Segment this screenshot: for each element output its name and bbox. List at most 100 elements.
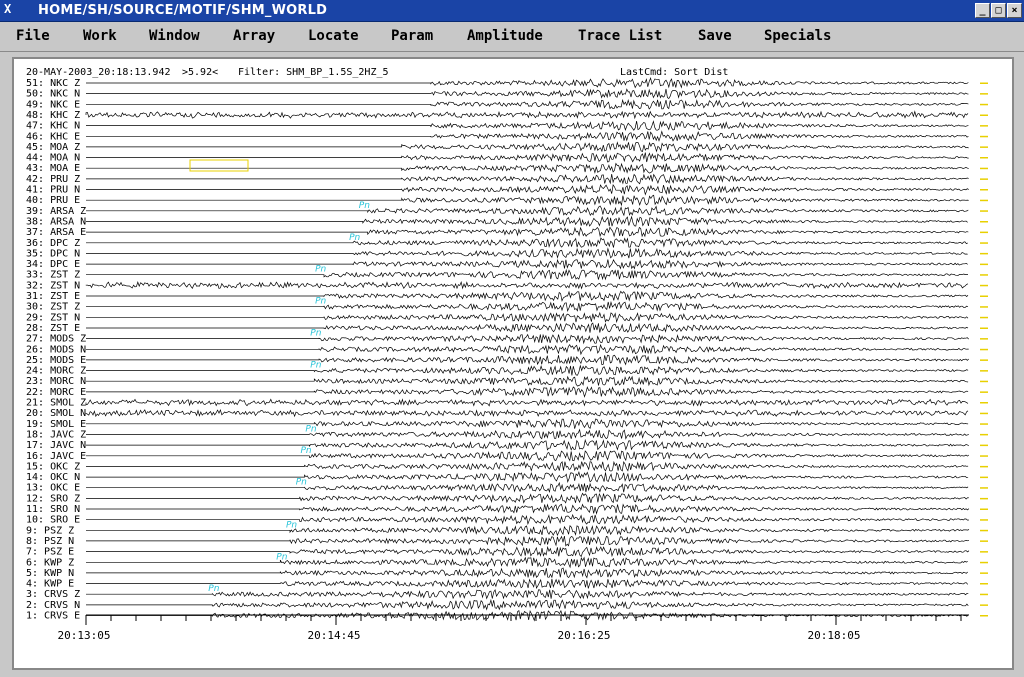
trace-waveform[interactable]	[86, 205, 969, 217]
trace-label[interactable]: 51: NKC Z	[26, 78, 80, 89]
trace-waveform[interactable]	[86, 513, 969, 526]
trace-label[interactable]: 21: SMOL Z	[26, 398, 86, 409]
trace-label[interactable]: 14: OKC N	[26, 472, 80, 483]
trace-waveform[interactable]	[86, 322, 969, 333]
menu-param[interactable]: Param	[391, 28, 433, 44]
trace-label[interactable]: 37: ARSA E	[26, 227, 86, 238]
trace-waveform[interactable]	[86, 438, 970, 451]
trace-waveform[interactable]	[85, 409, 969, 418]
trace-label[interactable]: 34: DPC E	[26, 259, 80, 270]
trace-waveform[interactable]	[86, 460, 969, 472]
trace-label[interactable]: 40: PRU E	[26, 195, 80, 206]
trace-label[interactable]: 15: OKC Z	[26, 461, 80, 472]
trace-label[interactable]: 35: DPC N	[26, 248, 80, 259]
trace-waveform[interactable]	[86, 343, 969, 356]
trace-label[interactable]: 47: KHC N	[26, 121, 80, 132]
trace-label[interactable]: 24: MORC Z	[26, 366, 86, 377]
trace-waveform[interactable]	[86, 333, 969, 345]
trace-waveform[interactable]	[86, 88, 969, 100]
selection-box[interactable]	[189, 159, 249, 172]
trace-label[interactable]: 8: PSZ N	[26, 536, 74, 547]
trace-waveform[interactable]	[86, 130, 969, 142]
trace-waveform[interactable]	[86, 215, 968, 227]
trace-label[interactable]: 17: JAVC N	[26, 440, 86, 451]
trace-label[interactable]: 2: CRVS N	[26, 600, 80, 611]
trace-waveform[interactable]	[86, 162, 969, 174]
trace-waveform[interactable]	[86, 300, 969, 313]
trace-label[interactable]: 29: ZST N	[26, 312, 80, 323]
trace-label[interactable]: 39: ARSA Z	[26, 206, 86, 217]
trace-waveform[interactable]	[86, 120, 969, 132]
trace-waveform[interactable]	[86, 386, 969, 398]
trace-waveform[interactable]	[85, 110, 969, 120]
trace-label[interactable]: 32: ZST N	[26, 280, 80, 291]
trace-waveform[interactable]	[86, 76, 969, 89]
trace-label[interactable]: 48: KHC Z	[26, 110, 80, 121]
phase-pick-label[interactable]: Pn	[296, 478, 307, 488]
close-icon[interactable]: ×	[1007, 3, 1022, 18]
trace-label[interactable]: 19: SMOL E	[26, 419, 86, 430]
maximize-icon[interactable]: □	[991, 3, 1006, 18]
phase-pick-label[interactable]: Pn	[349, 233, 360, 243]
menu-file[interactable]: File	[16, 28, 50, 44]
trace-label[interactable]: 26: MODS N	[26, 344, 86, 355]
trace-waveform[interactable]	[86, 450, 970, 462]
trace-waveform[interactable]	[86, 524, 970, 537]
phase-pick-label[interactable]: Pn	[305, 424, 316, 434]
menu-amplitude[interactable]: Amplitude	[467, 28, 543, 44]
trace-waveform[interactable]	[86, 503, 970, 515]
trace-waveform[interactable]	[86, 311, 969, 324]
trace-waveform[interactable]	[86, 481, 969, 493]
trace-waveform[interactable]	[86, 247, 968, 259]
trace-label[interactable]: 46: KHC E	[26, 131, 80, 142]
trace-waveform[interactable]	[86, 237, 968, 248]
trace-waveform[interactable]	[86, 354, 969, 366]
phase-pick-label[interactable]: Pn	[310, 329, 321, 339]
trace-label[interactable]: 11: SRO N	[26, 504, 80, 515]
seismogram-canvas[interactable]: 20-MAY-2003_20:18:13.942 >5.92< Filter: …	[14, 59, 1012, 668]
minimize-icon[interactable]: _	[975, 3, 990, 18]
trace-waveform[interactable]	[86, 428, 969, 440]
trace-label[interactable]: 10: SRO E	[26, 515, 80, 526]
trace-waveform[interactable]	[86, 418, 969, 429]
trace-label[interactable]: 22: MORC E	[26, 387, 86, 398]
seismogram-display[interactable]: 20-MAY-2003_20:18:13.942 >5.92< Filter: …	[12, 57, 1014, 670]
trace-label[interactable]: 16: JAVC E	[26, 451, 86, 462]
trace-waveform[interactable]	[86, 98, 969, 110]
trace-waveform[interactable]	[86, 598, 969, 611]
x-window-icon[interactable]: X	[4, 2, 11, 16]
trace-label[interactable]: 28: ZST E	[26, 323, 80, 334]
trace-waveform[interactable]	[86, 545, 970, 558]
trace-label[interactable]: 31: ZST E	[26, 291, 80, 302]
trace-label[interactable]: 1: CRVS E	[26, 611, 80, 622]
trace-label[interactable]: 18: JAVC Z	[26, 429, 86, 440]
phase-pick-label[interactable]: Pn	[315, 297, 326, 307]
trace-label[interactable]: 42: PRU Z	[26, 174, 80, 185]
trace-label[interactable]: 45: MOA Z	[26, 142, 80, 153]
trace-waveform[interactable]	[86, 183, 969, 196]
menu-window[interactable]: Window	[149, 28, 200, 44]
phase-pick-label[interactable]: Pn	[315, 265, 326, 275]
menu-specials[interactable]: Specials	[764, 28, 831, 44]
trace-waveform[interactable]	[86, 194, 969, 207]
trace-waveform[interactable]	[86, 268, 968, 281]
trace-label[interactable]: 13: OKC E	[26, 483, 80, 494]
phase-pick-label[interactable]: Pn	[359, 201, 370, 211]
trace-waveform[interactable]	[86, 567, 968, 579]
trace-label[interactable]: 30: ZST Z	[26, 302, 80, 313]
trace-label[interactable]: 38: ARSA N	[26, 217, 86, 228]
trace-label[interactable]: 50: NKC N	[26, 89, 80, 100]
phase-pick-label[interactable]: Pn	[208, 584, 219, 594]
trace-label[interactable]: 41: PRU N	[26, 185, 80, 196]
menu-locate[interactable]: Locate	[308, 28, 359, 44]
trace-label[interactable]: 20: SMOL N	[26, 408, 86, 419]
trace-label[interactable]: 12: SRO Z	[26, 493, 80, 504]
trace-label[interactable]: 4: KWP E	[26, 579, 74, 590]
trace-label[interactable]: 3: CRVS Z	[26, 589, 80, 600]
trace-label[interactable]: 9: PSZ Z	[26, 525, 74, 536]
trace-label[interactable]: 33: ZST Z	[26, 270, 80, 281]
title-bar[interactable]: X HOME/SH/SOURCE/MOTIF/SHM_WORLD _ □ ×	[0, 0, 1024, 22]
trace-waveform[interactable]	[86, 258, 968, 270]
menu-array[interactable]: Array	[233, 28, 275, 44]
trace-label[interactable]: 23: MORC N	[26, 376, 86, 387]
